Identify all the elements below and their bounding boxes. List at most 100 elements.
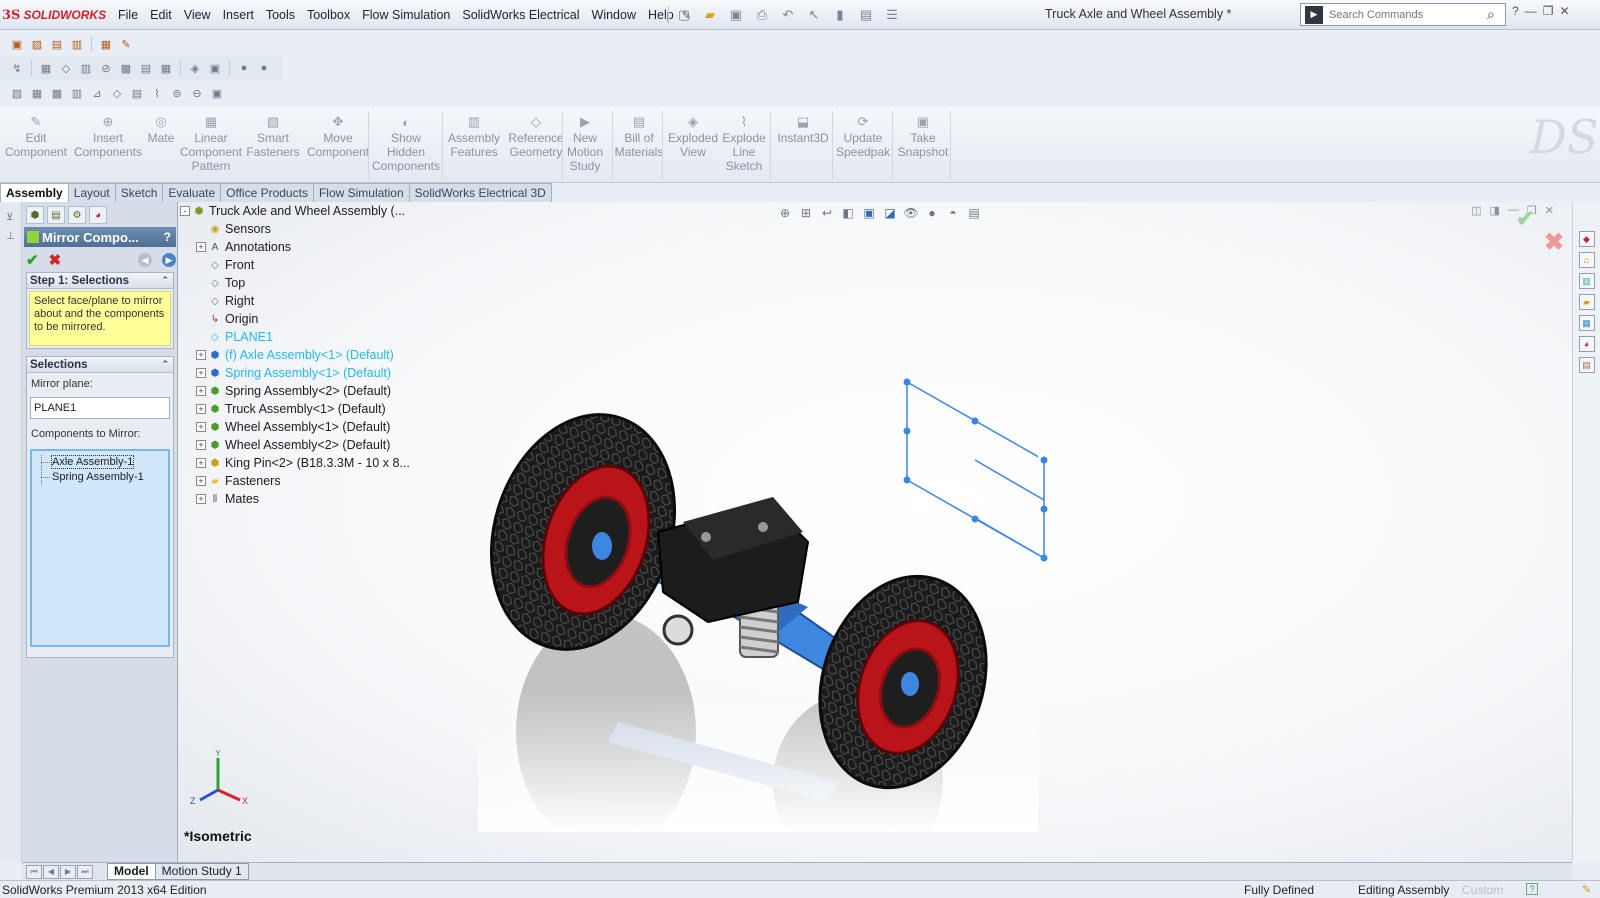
cmd-reference-geometry-button[interactable]: ◇ Reference Geometry bbox=[504, 107, 568, 183]
toolbar-icon[interactable]: ▥ bbox=[68, 84, 86, 102]
cmd-exploded-view-button[interactable]: ◈ Exploded View bbox=[664, 107, 722, 183]
menu-toolbox[interactable]: Toolbox bbox=[301, 0, 356, 30]
design-library-icon[interactable]: ⌂ bbox=[1578, 252, 1595, 268]
cmd-speedpak-button[interactable]: ⟳ Update Speedpak bbox=[834, 107, 892, 183]
appearances-icon[interactable]: ▦ bbox=[1578, 315, 1595, 331]
toolbar-icon[interactable]: ▣ bbox=[208, 84, 226, 102]
toolbar-icon[interactable]: ▤ bbox=[128, 84, 146, 102]
tab-motion-study-1[interactable]: Motion Study 1 bbox=[154, 863, 249, 880]
menu-flow-simulation[interactable]: Flow Simulation bbox=[356, 0, 456, 30]
cmd-move-component-button[interactable]: ✥ Move Component bbox=[304, 107, 372, 183]
mirror-plane-field[interactable]: PLANE1 bbox=[30, 397, 170, 419]
configuration-manager-tab-icon[interactable]: ⚙ bbox=[68, 206, 86, 224]
prev-tab-icon[interactable]: ◀ bbox=[43, 864, 59, 879]
cmd-snapshot-button[interactable]: ▣ Take Snapshot bbox=[894, 107, 952, 183]
toolbar-icon[interactable]: ● bbox=[235, 59, 253, 77]
rebuild-icon[interactable]: ▮ bbox=[829, 4, 851, 26]
toolbar-icon[interactable]: ▧ bbox=[8, 84, 26, 102]
units-selector[interactable]: Custom bbox=[1462, 883, 1522, 897]
toolbar-icon[interactable]: ▣ bbox=[206, 59, 224, 77]
tab-flow-simulation[interactable]: Flow Simulation bbox=[312, 183, 410, 202]
collapse-icon[interactable]: ⌃ bbox=[161, 359, 169, 370]
toolbar-icon[interactable]: ▧ bbox=[28, 35, 46, 53]
cmd-linear-pattern-button[interactable]: ▦ Linear Component Pattern bbox=[176, 107, 246, 183]
undo-icon[interactable]: ↶ bbox=[777, 4, 799, 26]
back-button[interactable]: ◀ bbox=[138, 253, 152, 267]
components-to-mirror-list[interactable]: Axle Assembly-1 Spring Assembly-1 bbox=[30, 449, 170, 647]
custom-properties-icon[interactable]: ◕ bbox=[1578, 336, 1595, 352]
selections-header[interactable]: Selections ⌃ bbox=[27, 357, 173, 373]
menu-tools[interactable]: Tools bbox=[260, 0, 301, 30]
filter-icon[interactable]: ⊻ bbox=[6, 212, 21, 223]
ok-icon[interactable]: ✔ bbox=[26, 251, 39, 269]
cmd-explode-line-button[interactable]: ⌇ Explode Line Sketch bbox=[720, 107, 768, 183]
search-commands[interactable]: ▶ ⌕ bbox=[1300, 3, 1506, 26]
toolbar-icon[interactable]: ⊚ bbox=[168, 84, 186, 102]
toolbar-icon[interactable]: ▦ bbox=[97, 35, 115, 53]
toolbar-icon[interactable]: ▤ bbox=[48, 35, 66, 53]
cmd-bom-button[interactable]: ▤ Bill of Materials bbox=[614, 107, 664, 183]
status-help-icon[interactable]: ? bbox=[1526, 883, 1538, 895]
toolbar-icon[interactable]: ▩ bbox=[48, 84, 66, 102]
cmd-mate-button[interactable]: ◎ Mate bbox=[144, 107, 178, 183]
toolbar-icon[interactable]: ◇ bbox=[57, 59, 75, 77]
help-button[interactable]: ? bbox=[164, 230, 171, 244]
feature-manager-tab-icon[interactable]: ⬢ bbox=[26, 206, 44, 224]
step1-header[interactable]: Step 1: Selections ⌃ bbox=[27, 273, 173, 289]
close-icon[interactable]: ✕ bbox=[1559, 4, 1569, 18]
tab-solidworks-electrical-3d[interactable]: SolidWorks Electrical 3D bbox=[408, 183, 552, 202]
minimize-icon[interactable]: — bbox=[1525, 4, 1537, 18]
toolbar-icon[interactable]: ▣ bbox=[8, 35, 26, 53]
tab-sketch[interactable]: Sketch bbox=[114, 183, 164, 202]
tab-evaluate[interactable]: Evaluate bbox=[162, 183, 222, 202]
first-tab-icon[interactable]: ⏮ bbox=[26, 864, 42, 879]
file-properties-icon[interactable]: ▤ bbox=[855, 4, 877, 26]
graphics-viewport[interactable]: ⊕ ⊞ ↩ ◧ ▣ ◪ 👁 ● ◓ ▤ ◫ ◨ — ❐ ✕ ✔ ✖ - ⬢ Truc… bbox=[178, 202, 1572, 862]
cmd-insert-components-button[interactable]: ⊕ Insert Components bbox=[68, 107, 148, 183]
cmd-instant3d-button[interactable]: ⬓ Instant3D bbox=[772, 107, 834, 183]
rebuild-status-icon[interactable]: ✎ bbox=[1582, 883, 1591, 896]
cmd-motion-study-button[interactable]: ▶ New Motion Study bbox=[562, 107, 608, 183]
menu-solidworks-electrical[interactable]: SolidWorks Electrical bbox=[456, 0, 585, 30]
menu-window[interactable]: Window bbox=[586, 0, 642, 30]
toolbar-icon[interactable]: ⊖ bbox=[188, 84, 206, 102]
last-tab-icon[interactable]: ⏭ bbox=[77, 864, 93, 879]
tab-layout[interactable]: Layout bbox=[67, 183, 116, 202]
collapse-icon[interactable]: ⌃ bbox=[161, 275, 169, 286]
property-manager-tab-icon[interactable]: ▤ bbox=[47, 206, 65, 224]
toolbar-icon[interactable]: ⌇ bbox=[148, 84, 166, 102]
tab-assembly[interactable]: Assembly bbox=[0, 183, 69, 202]
toolbar-icon[interactable]: ✎ bbox=[117, 35, 135, 53]
options-icon[interactable]: ☰ bbox=[881, 4, 903, 26]
select-icon[interactable]: ↖ bbox=[803, 4, 825, 26]
cmd-assembly-features-button[interactable]: ▥ Assembly Features bbox=[444, 107, 504, 183]
next-tab-icon[interactable]: ▶ bbox=[60, 864, 76, 879]
new-document-icon[interactable]: ▢ bbox=[673, 4, 695, 26]
tab-model[interactable]: Model bbox=[107, 863, 156, 880]
help-icon[interactable]: ? bbox=[1512, 4, 1519, 18]
solidworks-logo[interactable]: 3S SOLIDWORKS bbox=[2, 4, 106, 26]
display-manager-tab-icon[interactable]: ◕ bbox=[89, 206, 107, 224]
toolbar-icon[interactable]: ▥ bbox=[68, 35, 86, 53]
toolbar-icon[interactable]: ◈ bbox=[186, 59, 204, 77]
cancel-icon[interactable]: ✖ bbox=[49, 251, 62, 269]
toolbar-icon[interactable]: ◇ bbox=[108, 84, 126, 102]
toolbar-icon[interactable]: ▦ bbox=[37, 59, 55, 77]
open-icon[interactable]: ▰ bbox=[699, 4, 721, 26]
menu-file[interactable]: File bbox=[112, 0, 144, 30]
menu-view[interactable]: View bbox=[178, 0, 217, 30]
menu-edit[interactable]: Edit bbox=[144, 0, 178, 30]
cmd-smart-fasteners-button[interactable]: ▧ Smart Fasteners bbox=[244, 107, 302, 183]
tab-office-products[interactable]: Office Products bbox=[220, 183, 314, 202]
toolbar-icon[interactable]: ▩ bbox=[117, 59, 135, 77]
rollback-icon[interactable]: ⊥ bbox=[6, 231, 21, 242]
toolbar-icon[interactable]: ▥ bbox=[77, 59, 95, 77]
toolbar-icon[interactable]: ⊿ bbox=[88, 84, 106, 102]
toolbar-icon[interactable]: ▤ bbox=[137, 59, 155, 77]
toolbar-icon[interactable]: ↯ bbox=[8, 59, 26, 77]
restore-icon[interactable]: ❐ bbox=[1543, 4, 1554, 18]
toolbar-icon[interactable]: ● bbox=[255, 59, 273, 77]
list-item[interactable]: Spring Assembly-1 bbox=[32, 470, 168, 485]
save-icon[interactable]: ▣ bbox=[725, 4, 747, 26]
next-button[interactable]: ▶ bbox=[162, 253, 176, 267]
